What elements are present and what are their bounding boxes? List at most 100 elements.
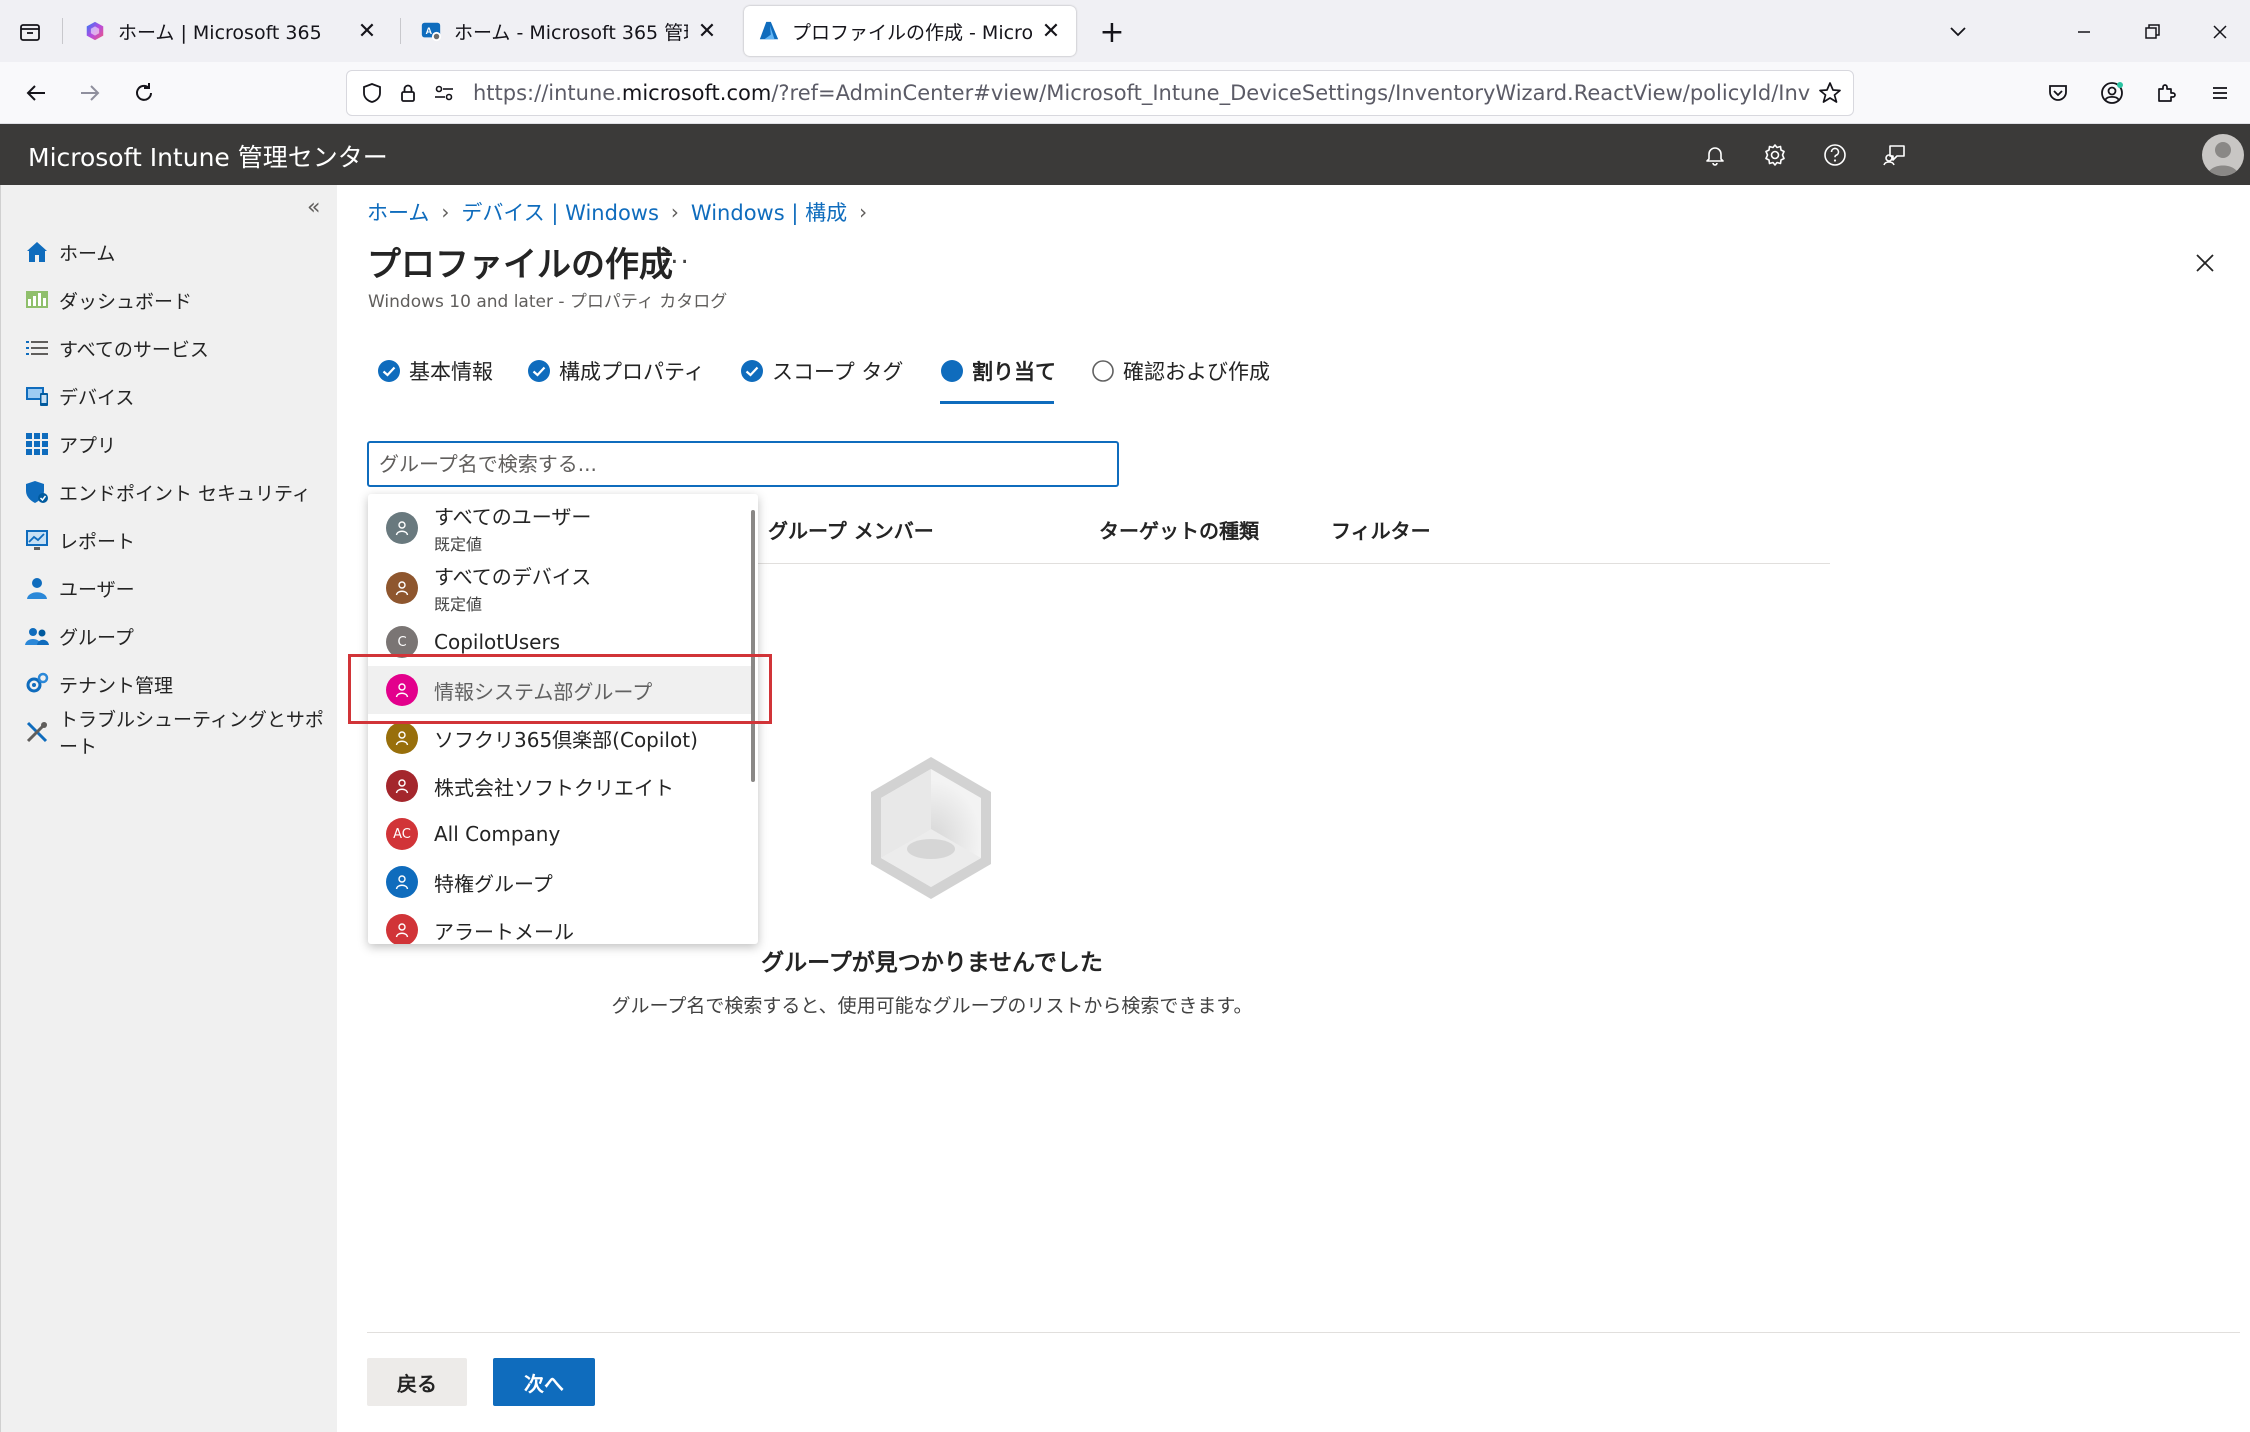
feedback-icon[interactable]: [1874, 134, 1916, 176]
sidebar-item-endpoint-security[interactable]: エンドポイント セキュリティ: [23, 472, 311, 512]
breadcrumb-home[interactable]: ホーム: [367, 197, 429, 227]
menu-icon[interactable]: [2200, 73, 2240, 113]
list-item-all-users[interactable]: すべてのユーザー 既定値: [368, 498, 752, 558]
group-default-label: 既定値: [434, 595, 483, 614]
sidebar-item-apps[interactable]: アプリ: [23, 424, 116, 464]
group-search-input[interactable]: [367, 441, 1119, 487]
tab-list-icon[interactable]: [12, 14, 48, 50]
sidebar-item-label: デバイス: [59, 386, 135, 409]
sidebar-item-all-services[interactable]: すべてのサービス: [23, 328, 209, 368]
forward-arrow-icon[interactable]: [70, 73, 110, 113]
restore-icon[interactable]: [2132, 12, 2172, 52]
sidebar-item-reports[interactable]: レポート: [23, 520, 135, 560]
url-path: /?ref=AdminCenter#view/Microsoft_Intune_…: [771, 81, 1811, 105]
account-icon[interactable]: [2092, 73, 2132, 113]
browser-tab-admin[interactable]: A ホーム - Microsoft 365 管理センター ✕: [406, 6, 732, 56]
check-circle-icon: [378, 360, 400, 382]
group-avatar: [386, 914, 418, 944]
new-tab-icon[interactable]: +: [1094, 14, 1130, 50]
group-name: CopilotUsers: [434, 630, 561, 654]
chevron-right-icon: ›: [670, 200, 679, 224]
column-header-group-members[interactable]: グループ メンバー: [768, 515, 934, 544]
left-nav: « ホーム ダッシュボード すべてのサービス デバイス アプリ エンドポイント …: [0, 185, 337, 1432]
sidebar-item-home[interactable]: ホーム: [23, 232, 115, 272]
shield-icon: [23, 478, 51, 506]
browser-tab-m365[interactable]: ホーム | Microsoft 365 ✕: [70, 6, 392, 56]
sidebar-item-label: すべてのサービス: [59, 338, 209, 361]
check-circle-icon: [528, 360, 550, 382]
breadcrumb-windows-config[interactable]: Windows | 構成: [691, 197, 847, 227]
url-prefix: https://intune.: [473, 81, 622, 105]
help-icon[interactable]: [1814, 134, 1856, 176]
sidebar-item-tenant-admin[interactable]: テナント管理: [23, 664, 173, 704]
browser-tab-intune[interactable]: プロファイルの作成 - Microsoft Intune ✕: [744, 6, 1076, 56]
step-scope-tags[interactable]: スコープ タグ: [740, 353, 903, 389]
list-item-privileged-group[interactable]: 特権グループ: [368, 858, 752, 906]
close-tab-icon[interactable]: ✕: [356, 19, 378, 44]
settings-gear-icon[interactable]: [1754, 134, 1796, 176]
reload-icon[interactable]: [124, 73, 164, 113]
tools-icon: [23, 718, 51, 746]
close-icon[interactable]: [2189, 247, 2221, 279]
column-header-filter[interactable]: フィルター: [1331, 515, 1431, 544]
close-tab-icon[interactable]: ✕: [1040, 19, 1062, 44]
tab-overflow-chevron-icon[interactable]: [1938, 12, 1978, 52]
apps-icon: [23, 430, 51, 458]
collapse-nav-icon[interactable]: «: [307, 195, 320, 220]
chevron-right-icon: ›: [441, 200, 450, 224]
step-assignments[interactable]: 割り当て: [940, 353, 1056, 389]
pocket-icon[interactable]: [2038, 73, 2078, 113]
sidebar-item-dashboard[interactable]: ダッシュボード: [23, 280, 192, 320]
url-text[interactable]: https://intune.microsoft.com/?ref=AdminC…: [473, 81, 1811, 105]
step-review-create[interactable]: 確認および作成: [1091, 353, 1270, 389]
sidebar-item-devices[interactable]: デバイス: [23, 376, 134, 416]
address-bar[interactable]: https://intune.microsoft.com/?ref=AdminC…: [346, 70, 1854, 116]
page-title: プロファイルの作成: [367, 245, 673, 285]
close-window-icon[interactable]: [2200, 12, 2240, 52]
group-name: 株式会社ソフトクリエイト: [434, 775, 674, 800]
reports-icon: [23, 526, 51, 554]
group-avatar: [386, 512, 418, 544]
step-configuration[interactable]: 構成プロパティ: [527, 353, 705, 389]
app-title[interactable]: Microsoft Intune 管理センター: [28, 138, 388, 174]
sidebar-item-troubleshooting[interactable]: トラブルシューティングとサポート: [23, 709, 337, 758]
list-item-softcreate[interactable]: 株式会社ソフトクリエイト: [368, 762, 752, 810]
dashboard-icon: [23, 286, 51, 314]
more-options-icon[interactable]: ...: [660, 240, 691, 270]
group-avatar: [386, 866, 418, 898]
notifications-bell-icon[interactable]: [1694, 134, 1736, 176]
permissions-icon[interactable]: [427, 76, 461, 110]
account-avatar[interactable]: [2202, 134, 2244, 176]
svg-text:A: A: [426, 26, 433, 36]
current-step-dot-icon: [941, 360, 963, 382]
step-label: 構成プロパティ: [559, 360, 705, 384]
page-subtitle: Windows 10 and later - プロパティ カタログ: [368, 292, 728, 312]
extensions-icon[interactable]: [2146, 73, 2186, 113]
sidebar-item-label: ユーザー: [59, 578, 135, 601]
list-item-alert-mail[interactable]: アラートメール: [368, 906, 752, 944]
back-arrow-icon[interactable]: [16, 73, 56, 113]
group-name: すべてのユーザー: [434, 505, 592, 529]
next-button[interactable]: 次へ: [493, 1358, 595, 1406]
step-label: スコープ タグ: [772, 360, 904, 384]
annotation-highlight-box: [348, 654, 772, 724]
m365-icon: [86, 21, 104, 41]
lock-icon[interactable]: [391, 76, 425, 110]
tab-title: ホーム - Microsoft 365 管理センター: [454, 21, 688, 44]
sidebar-item-label: アプリ: [59, 434, 117, 457]
minimize-icon[interactable]: [2064, 12, 2104, 52]
check-circle-icon: [741, 360, 763, 382]
dropdown-scrollbar[interactable]: [751, 510, 755, 782]
breadcrumb-devices-windows[interactable]: デバイス | Windows: [461, 197, 659, 227]
back-button[interactable]: 戻る: [367, 1358, 467, 1406]
step-label: 基本情報: [409, 360, 493, 384]
step-basics[interactable]: 基本情報: [377, 353, 493, 389]
close-tab-icon[interactable]: ✕: [696, 19, 718, 44]
list-item-all-devices[interactable]: すべてのデバイス 既定値: [368, 558, 752, 618]
bookmark-star-icon[interactable]: [1811, 74, 1849, 112]
shield-tracking-icon[interactable]: [355, 76, 389, 110]
sidebar-item-users[interactable]: ユーザー: [23, 568, 135, 608]
list-item-all-company[interactable]: AC All Company: [368, 810, 752, 858]
sidebar-item-groups[interactable]: グループ: [23, 616, 134, 656]
column-header-target-type[interactable]: ターゲットの種類: [1099, 515, 1259, 544]
